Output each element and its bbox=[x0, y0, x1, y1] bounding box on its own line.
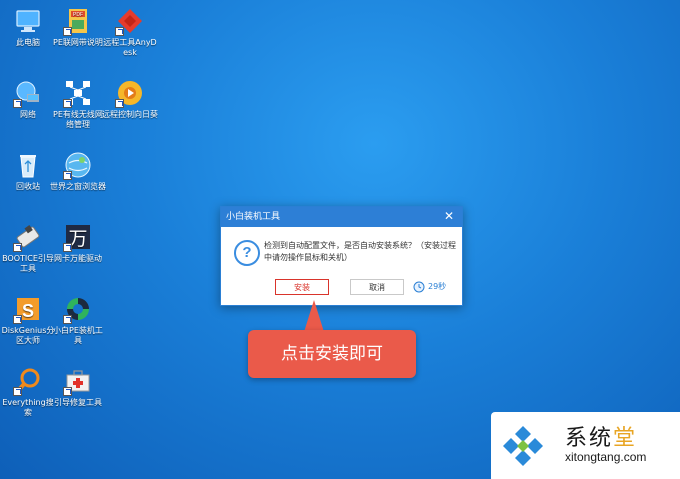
shortcut-arrow-icon bbox=[13, 243, 22, 252]
shortcut-arrow-icon bbox=[63, 315, 72, 324]
desktop-icon-bootice[interactable]: BOOTICE引导工具 bbox=[0, 222, 56, 274]
desktop-icon-label: 小白PE装机工具 bbox=[53, 326, 103, 345]
desktop-icon-anydesk[interactable]: 远程工具AnyDesk bbox=[102, 6, 158, 58]
network-globe-icon bbox=[13, 78, 43, 108]
desktop-icon-boot-repair[interactable]: 引导修复工具 bbox=[50, 366, 106, 408]
shortcut-arrow-icon bbox=[13, 99, 22, 108]
desktop-icon-network[interactable]: 网络 bbox=[0, 78, 56, 120]
clock-icon bbox=[413, 281, 425, 293]
install-button[interactable]: 安装 bbox=[275, 279, 329, 295]
desktop-icon-pe-wired-wireless[interactable]: PE有线无线网络管理 bbox=[50, 78, 106, 130]
watermark-url: xitongtang.com bbox=[565, 450, 647, 464]
desktop-icon-label: BOOTICE引导工具 bbox=[2, 254, 54, 273]
shortcut-arrow-icon bbox=[63, 27, 72, 36]
desktop-icon-label: PE有线无线网络管理 bbox=[53, 110, 103, 129]
computer-icon bbox=[13, 6, 43, 36]
shortcut-arrow-icon bbox=[63, 99, 72, 108]
dialog-title: 小白装机工具 bbox=[226, 212, 281, 222]
cancel-button[interactable]: 取消 bbox=[350, 279, 404, 295]
network-topology-icon bbox=[63, 78, 93, 108]
dialog-message: 检测到自动配置文件，是否自动安装系统？（安装过程中请勿操作鼠标和关机） bbox=[264, 241, 456, 262]
diskgenius-icon: S bbox=[13, 294, 43, 324]
xiaobai-swirl-icon bbox=[63, 294, 93, 324]
shortcut-arrow-icon bbox=[63, 243, 72, 252]
shortcut-arrow-icon bbox=[115, 27, 124, 36]
desktop-icon-world-browser[interactable]: 世界之窗浏览器 bbox=[50, 150, 106, 192]
watermark-title-accent: 堂 bbox=[613, 426, 638, 451]
watermark-title-main: 系统 bbox=[565, 426, 614, 451]
desktop-icon-xiaobai-install[interactable]: 小白PE装机工具 bbox=[50, 294, 106, 346]
shortcut-arrow-icon bbox=[63, 171, 72, 180]
desktop-icon-everything[interactable]: Everything搜索 bbox=[0, 366, 56, 418]
shortcut-arrow-icon bbox=[63, 387, 72, 396]
desktop-icon-label: Everything搜索 bbox=[2, 398, 54, 417]
desktop-icon-remote-control[interactable]: 远程控制向日葵 bbox=[102, 78, 158, 120]
site-watermark: 系统堂 xitongtang.com bbox=[491, 412, 680, 479]
callout-pointer bbox=[304, 300, 324, 332]
desktop-icon-label: 远程控制向日葵 bbox=[102, 110, 158, 119]
first-aid-kit-icon bbox=[63, 366, 93, 396]
usb-tool-icon bbox=[13, 222, 43, 252]
anydesk-diamond-icon bbox=[115, 6, 145, 36]
magnifier-icon bbox=[13, 366, 43, 396]
sunflower-icon bbox=[115, 78, 145, 108]
shortcut-arrow-icon bbox=[13, 387, 22, 396]
xitongtang-logo-icon bbox=[499, 422, 547, 470]
desktop-icon-label: 引导修复工具 bbox=[54, 398, 102, 407]
countdown-timer: 29秒 bbox=[413, 279, 446, 295]
desktop-icon-label: DiskGenius分区大师 bbox=[1, 326, 55, 345]
recycle-bin-icon bbox=[13, 150, 43, 180]
question-icon: ? bbox=[234, 240, 260, 266]
desktop-icon-label: 网卡万能驱动 bbox=[54, 254, 102, 263]
instruction-callout: 点击安装即可 bbox=[248, 330, 416, 378]
desktop-icon-wanneng-driver[interactable]: 万 网卡万能驱动 bbox=[50, 222, 106, 264]
desktop-icon-label: 此电脑 bbox=[16, 38, 40, 47]
desktop-icon-label: 远程工具AnyDesk bbox=[103, 38, 157, 57]
countdown-text: 29秒 bbox=[428, 282, 447, 291]
pdf-document-icon: PDF bbox=[63, 6, 93, 36]
svg-text:PDF: PDF bbox=[73, 12, 83, 18]
svg-text:S: S bbox=[22, 301, 34, 321]
wan-character-icon: 万 bbox=[63, 222, 93, 252]
desktop-icon-label: 回收站 bbox=[16, 182, 40, 191]
desktop-icon-recycle-bin[interactable]: 回收站 bbox=[0, 150, 56, 192]
close-icon[interactable]: ✕ bbox=[442, 209, 456, 223]
shortcut-arrow-icon bbox=[13, 315, 22, 324]
desktop-icon-diskgenius[interactable]: S DiskGenius分区大师 bbox=[0, 294, 56, 346]
install-confirm-dialog: 小白装机工具 ✕ ? 检测到自动配置文件，是否自动安装系统？（安装过程中请勿操作… bbox=[220, 206, 463, 306]
desktop-icon-label: 世界之窗浏览器 bbox=[50, 182, 106, 191]
desktop-icon-this-pc[interactable]: 此电脑 bbox=[0, 6, 56, 48]
desktop-icon-label: PE联网带说明 bbox=[53, 38, 103, 47]
watermark-title: 系统堂 bbox=[565, 420, 637, 452]
dialog-titlebar[interactable]: 小白装机工具 ✕ bbox=[221, 207, 462, 227]
desktop-icon-label: 网络 bbox=[20, 110, 36, 119]
shortcut-arrow-icon bbox=[115, 99, 124, 108]
browser-globe-icon bbox=[63, 150, 93, 180]
desktop-icon-pe-network[interactable]: PDF PE联网带说明 bbox=[50, 6, 106, 48]
